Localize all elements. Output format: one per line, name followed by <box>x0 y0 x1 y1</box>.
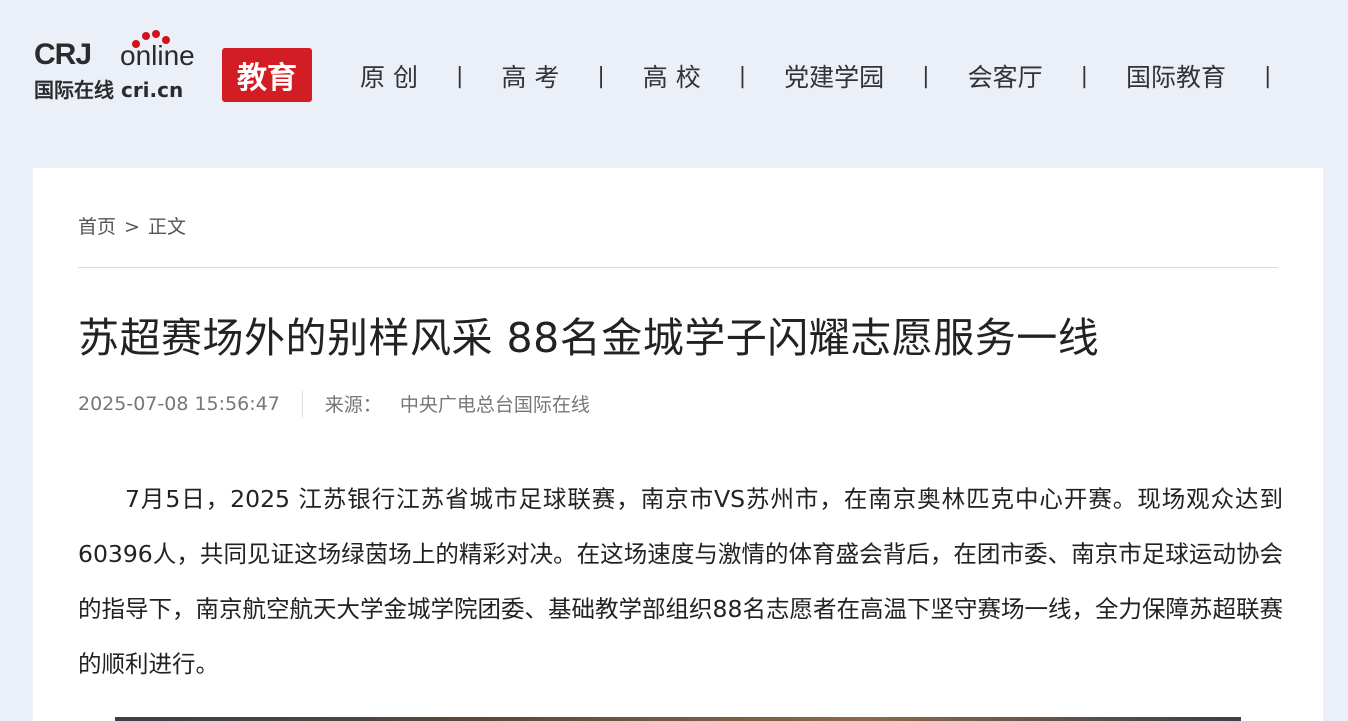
site-logo[interactable]: CRJ online 国际在线 cri.cn 教育 <box>34 28 316 104</box>
divider <box>78 267 1278 268</box>
article-datetime: 2025-07-08 15:56:47 <box>78 392 280 415</box>
nav-separator: | <box>738 63 747 89</box>
meta-divider <box>301 390 303 417</box>
nav-item-reception[interactable]: 会客厅 <box>968 58 1043 94</box>
article-image <box>115 717 1241 721</box>
breadcrumb-home-link[interactable]: 首页 <box>78 216 116 238</box>
nav-separator: | <box>922 63 930 89</box>
source-name: 中央广电总台国际在线 <box>399 394 590 416</box>
nav-separator: | <box>597 63 605 89</box>
nav-item-party-building[interactable]: 党建学园 <box>784 58 884 94</box>
nav-separator: | <box>1080 63 1088 89</box>
nav-separator: | <box>455 63 464 89</box>
logo-brand-text: CRJ <box>34 38 92 71</box>
education-badge: 教育 <box>222 48 312 102</box>
breadcrumb: 首页 > 正文 <box>78 212 186 239</box>
article-paragraph: 7月5日，2025 江苏银行江苏省城市足球联赛，南京市VS苏州市，在南京奥林匹克… <box>78 485 1283 678</box>
logo-online-text: online <box>120 40 195 71</box>
source-label: 来源： <box>324 394 382 416</box>
site-header: CRJ online 国际在线 cri.cn 教育 原 创 | 高 考 | 高 … <box>0 0 1348 150</box>
article-card: 首页 > 正文 苏超赛场外的别样风采 88名金城学子闪耀志愿服务一线 2025-07… <box>33 168 1323 721</box>
nav-item-original[interactable]: 原 创 <box>360 58 418 94</box>
nav-item-gaokao[interactable]: 高 考 <box>501 58 559 94</box>
main-nav: 原 创 | 高 考 | 高 校 | 党建学园 | 会客厅 | 国际教育 | <box>360 56 1309 96</box>
logo-subtitle: 国际在线 cri.cn <box>34 78 184 102</box>
nav-separator: | <box>1264 63 1272 89</box>
breadcrumb-current: 正文 <box>147 216 186 238</box>
nav-item-international-education[interactable]: 国际教育 <box>1126 58 1226 94</box>
nav-item-universities[interactable]: 高 校 <box>643 58 701 94</box>
breadcrumb-separator: > <box>124 216 140 238</box>
article-title: 苏超赛场外的别样风采 88名金城学子闪耀志愿服务一线 <box>78 314 1100 362</box>
article-meta: 2025-07-08 15:56:47 来源： 中央广电总台国际在线 <box>78 390 590 417</box>
